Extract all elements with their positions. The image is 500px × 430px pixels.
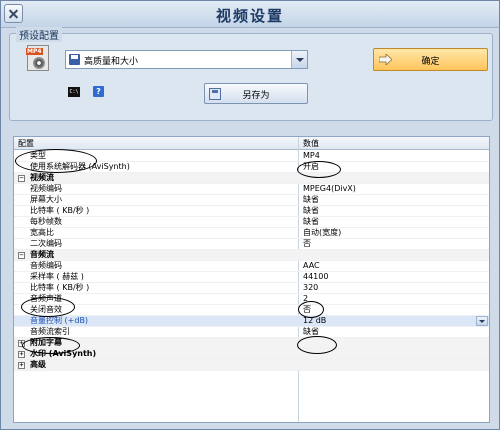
row-name: 音量控制 (+dB) [30,316,89,325]
grid-category-subtitles[interactable]: + 附加字幕 [14,338,489,349]
grid-row-mute[interactable]: 关闭音效 否 [14,305,489,316]
row-value: MPEG4(DivX) [303,184,356,193]
category-name: 水印 (AviSynth) [30,349,97,358]
grid-category-advanced[interactable]: + 高级 [14,360,489,371]
row-name: 视频编码 [30,184,62,193]
expand-icon[interactable]: + [18,351,25,358]
chevron-down-icon[interactable] [291,51,307,68]
preset-selected-value: 高质量和大小 [84,57,139,67]
row-name: 宽高比 [30,228,54,237]
row-name: 关闭音效 [30,305,62,314]
grid-row-video-bitrate[interactable]: 比特率 ( KB/秒 ) 缺省 [14,206,489,217]
save-as-button-label: 另存为 [242,91,270,101]
grid-row-volume[interactable]: 音量控制 (+dB) 12 dB [14,316,489,327]
row-name: 音频声道 [30,294,62,303]
grid-category-watermark[interactable]: + 水印 (AviSynth) [14,349,489,360]
row-value: 否 [303,239,311,248]
grid-row-audio-codec[interactable]: 音频编码 AAC [14,261,489,272]
preset-group [9,33,493,121]
category-name: 音频流 [30,250,54,259]
row-value: 开启 [303,162,319,171]
help-icon[interactable]: ? [93,86,104,97]
row-name: 比特率 ( KB/秒 ) [30,206,90,215]
grid-row-sample-rate[interactable]: 采样率 ( 赫兹 ) 44100 [14,272,489,283]
grid-row-screen-size[interactable]: 屏幕大小 缺省 [14,195,489,206]
row-value: 缺省 [303,327,319,336]
grid-row-fps[interactable]: 每秒帧数 缺省 [14,217,489,228]
chevron-down-icon[interactable] [476,316,488,326]
row-name: 音频编码 [30,261,62,270]
row-value: 缺省 [303,217,319,226]
grid-row-system-decoder[interactable]: 使用系统解码器 (AviSynth) 开启 [14,162,489,173]
save-as-button[interactable]: 另存为 [204,83,308,104]
row-value: AAC [303,261,320,270]
row-name: 使用系统解码器 (AviSynth) [30,162,130,171]
floppy-icon [69,54,80,65]
expand-icon[interactable]: + [18,362,25,369]
row-value: 自动(宽度) [303,228,342,237]
category-name: 高级 [30,360,46,369]
row-name: 屏幕大小 [30,195,62,204]
row-name: 音频流索引 [30,327,70,336]
video-settings-window: 视频设置 预设配置 MP4 高质量和大小 确定 C:\ ? 另存为 配置 数值 … [0,0,500,430]
ok-button[interactable]: 确定 [373,48,488,71]
mp4-icon-label: MP4 [26,48,43,55]
row-name: 二次编码 [30,239,62,248]
grid-header: 配置 数值 [14,137,489,150]
row-value: 否 [303,305,311,314]
category-name: 视频流 [30,173,54,182]
preset-dropdown[interactable]: 高质量和大小 [65,50,308,69]
command-prompt-icon[interactable]: C:\ [68,87,80,97]
watermark-url: jingyan.baidu.com [379,412,444,420]
mp4-file-icon: MP4 [26,45,49,71]
title-bar: 视频设置 [1,1,499,28]
ok-button-label: 确定 [421,57,440,67]
row-value: MP4 [303,151,320,160]
column-header-value[interactable]: 数值 [303,138,319,149]
disc-icon [33,57,45,69]
row-value: 44100 [303,272,329,281]
grid-row-audio-bitrate[interactable]: 比特率 ( KB/秒 ) 320 [14,283,489,294]
row-value: 320 [303,283,319,292]
property-grid: 配置 数值 类型 MP4 使用系统解码器 (AviSynth) 开启 − 视频流… [13,136,490,423]
grid-row-two-pass[interactable]: 二次编码 否 [14,239,489,250]
expand-icon[interactable]: + [18,340,25,347]
row-value: 缺省 [303,206,319,215]
row-name: 比特率 ( KB/秒 ) [30,283,90,292]
category-name: 附加字幕 [30,338,62,347]
window-title: 视频设置 [215,7,284,25]
grid-row-audio-channels[interactable]: 音频声道 2 [14,294,489,305]
row-value: 12 dB [303,316,327,325]
row-name: 每秒帧数 [30,217,62,226]
grid-row-audio-stream-index[interactable]: 音频流索引 缺省 [14,327,489,338]
row-name: 采样率 ( 赫兹 ) [30,272,84,281]
row-value: 2 [303,294,309,303]
column-header-config[interactable]: 配置 [18,138,34,149]
grid-row-aspect-ratio[interactable]: 宽高比 自动(宽度) [14,228,489,239]
grid-row-video-codec[interactable]: 视频编码 MPEG4(DivX) [14,184,489,195]
grid-row-type[interactable]: 类型 MP4 [14,151,489,162]
row-value: 缺省 [303,195,319,204]
grid-category-video[interactable]: − 视频流 [14,173,489,184]
row-name: 类型 [30,151,46,160]
collapse-icon[interactable]: − [18,175,25,182]
preset-group-legend: 预设配置 [16,27,62,42]
collapse-icon[interactable]: − [18,252,25,259]
grid-category-audio[interactable]: − 音频流 [14,250,489,261]
